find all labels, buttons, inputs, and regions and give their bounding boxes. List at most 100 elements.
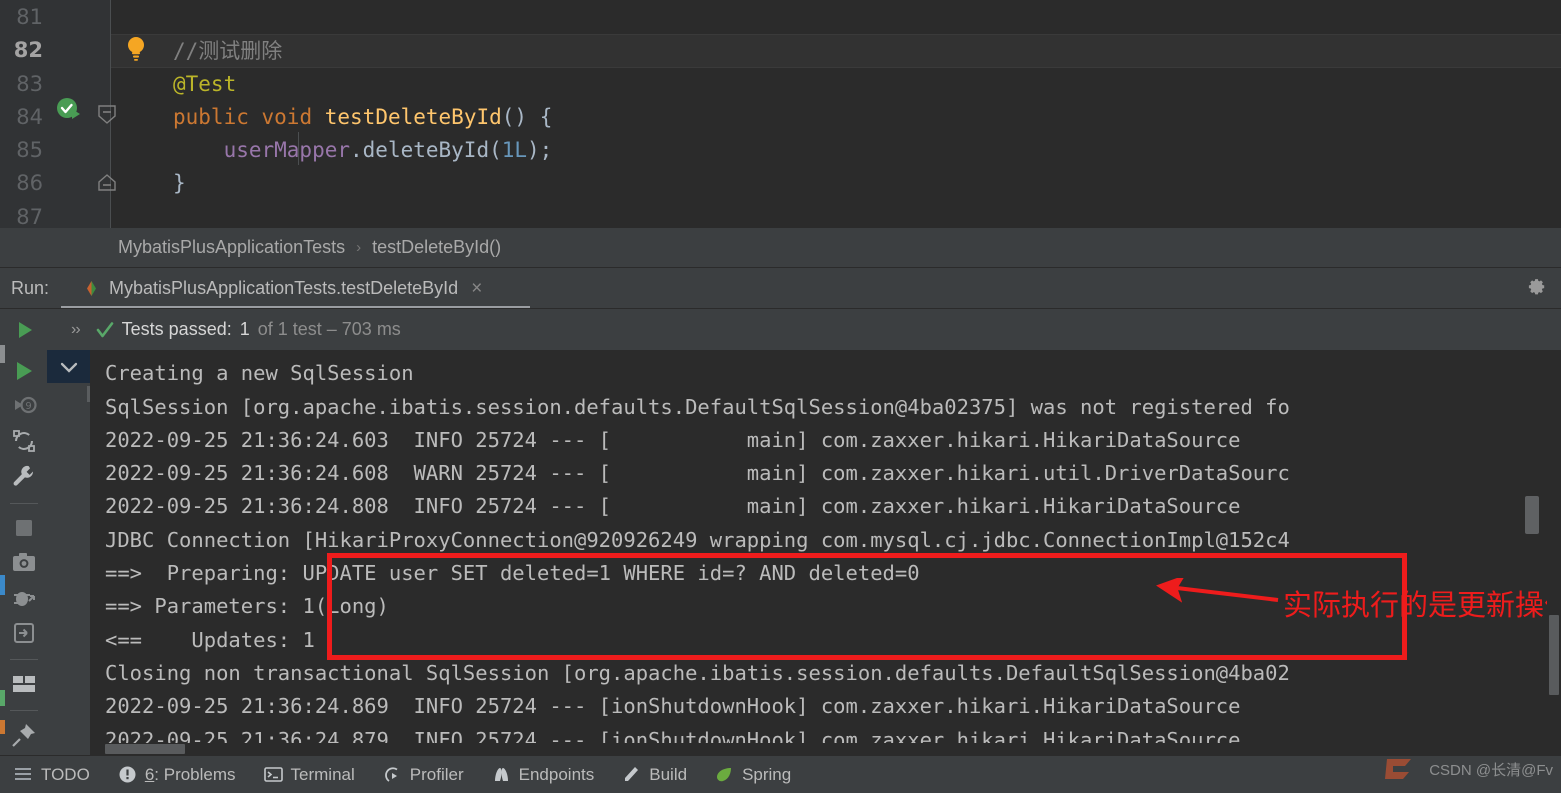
ide-window: 81 82 83 84 85 86 87 //测试删除 @Test public…	[0, 0, 1561, 793]
run-status-play-icon[interactable]	[13, 318, 37, 342]
test-config-icon	[83, 280, 100, 297]
code-annotation: @Test	[173, 71, 237, 96]
bottom-bar-item-build[interactable]: Build	[608, 756, 701, 793]
code-comment: //测试删除	[173, 39, 283, 64]
bottom-bar-item-spring[interactable]: Spring	[701, 756, 805, 793]
run-test-gutter-icon[interactable]	[54, 95, 84, 125]
console-line: SqlSession [org.apache.ibatis.session.de…	[105, 394, 1290, 419]
profiler-icon	[383, 765, 402, 784]
console-line: Closing non transactional SqlSession [or…	[105, 660, 1290, 685]
closing-brace: }	[173, 171, 186, 196]
settings-gear-icon[interactable]	[1525, 278, 1547, 300]
line-number: 86	[16, 171, 43, 196]
export-test-results-button[interactable]	[8, 548, 40, 578]
bottom-bar-item-profiler[interactable]: Profiler	[369, 756, 478, 793]
expand-results-chevron-icon[interactable]: ››	[71, 321, 81, 339]
problems-icon	[118, 765, 137, 784]
run-window-label: Run:	[11, 278, 50, 298]
console-line: 2022-09-25 21:36:24.608 WARN 25724 --- […	[105, 461, 1290, 486]
console-line: Creating a new SqlSession	[105, 361, 414, 386]
code-line: @Test	[111, 68, 1561, 101]
line-number: 83	[16, 71, 43, 96]
watermark-text: CSDN @长清@Fv	[1429, 761, 1553, 779]
method-name: testDeleteById	[324, 104, 502, 129]
tests-passed-check-icon	[96, 321, 114, 339]
breadcrumb-item-method[interactable]: testDeleteById()	[372, 237, 501, 258]
annotation-text: 实际执行的是更新操作	[1283, 588, 1561, 622]
toolbar-divider	[9, 710, 38, 711]
bottom-bar-item-problems[interactable]: 6 : Problems	[104, 756, 250, 793]
bottom-bar-item-todo[interactable]: TODO	[0, 756, 104, 793]
bottom-bar-label: : Problems	[154, 764, 236, 784]
csdn-watermark: CSDN @长清@Fv	[1379, 751, 1553, 787]
bottom-bar-label: TODO	[41, 764, 90, 784]
console-line: 2022-09-25 21:36:24.808 INFO 25724 --- […	[105, 494, 1241, 519]
configure-button[interactable]	[8, 461, 40, 491]
numeric-literal: 1L	[501, 138, 528, 163]
breadcrumb[interactable]: MybatisPlusApplicationTests › testDelete…	[0, 228, 1561, 268]
debug-button[interactable]	[8, 583, 40, 613]
field-name: userMapper	[223, 138, 351, 163]
bottom-bar-label: Endpoints	[518, 764, 595, 784]
console-horizontal-scrollbar[interactable]	[90, 743, 1561, 755]
stop-button[interactable]	[8, 512, 40, 542]
scrollbar-thumb[interactable]	[105, 744, 185, 754]
svg-text:9: 9	[25, 401, 31, 412]
pin-tab-button[interactable]	[8, 720, 40, 750]
bottom-bar-label: Profiler	[409, 764, 464, 784]
run-tool-window-header: Run: MybatisPlusApplicationTests.testDel…	[0, 268, 1561, 309]
line-number: 84	[16, 104, 43, 129]
toolbar-divider	[9, 659, 38, 660]
bottom-bar-label: Terminal	[290, 764, 355, 784]
terminal-icon	[263, 765, 283, 784]
console-vertical-scrollbar[interactable]	[1547, 350, 1561, 755]
keyword-void: void	[261, 104, 313, 129]
endpoints-icon	[492, 765, 511, 784]
fold-end-icon[interactable]	[96, 172, 118, 194]
console-output[interactable]: [ main] com.zaxxer.hikari.HikariDataSour…	[90, 350, 1561, 755]
intention-bulb-icon[interactable]	[125, 36, 147, 61]
problems-count: 6	[144, 764, 155, 784]
build-hammer-icon	[622, 765, 641, 784]
layout-button[interactable]	[8, 669, 40, 699]
code-line: userMapper.deleteById(1L);	[111, 134, 1561, 167]
scrollbar-thumb[interactable]	[1549, 615, 1559, 695]
collapse-chevron-icon[interactable]	[47, 350, 90, 383]
bottom-bar-label: Build	[649, 764, 688, 784]
test-status-line: ›› Tests passed: 1 of 1 test – 703 ms	[0, 309, 1561, 350]
bottom-bar-item-terminal[interactable]: Terminal	[250, 756, 369, 793]
line-number: 82	[13, 38, 43, 63]
editor-gutter[interactable]: 81 82 83 84 85 86 87	[0, 0, 52, 229]
tests-passed-label: Tests passed:	[121, 319, 232, 339]
toggle-auto-test-button[interactable]	[8, 426, 40, 456]
todo-list-icon	[14, 765, 33, 784]
method-invocation: .deleteById(	[350, 138, 502, 163]
tests-passed-count: 1	[239, 319, 250, 339]
line-number: 81	[16, 5, 43, 29]
bottom-bar-item-endpoints[interactable]: Endpoints	[478, 756, 609, 793]
breadcrumb-item-class[interactable]: MybatisPlusApplicationTests	[118, 237, 345, 258]
run-configuration-tab[interactable]: MybatisPlusApplicationTests.testDeleteBy…	[77, 268, 488, 309]
code-line: public void testDeleteById() {	[111, 101, 1561, 134]
indent-guide	[298, 132, 299, 165]
console-minimap-thumb[interactable]	[1525, 496, 1539, 534]
import-test-results-button[interactable]	[8, 618, 40, 648]
code-line: }	[111, 167, 1561, 200]
annotation-arrow-icon	[1150, 574, 1280, 617]
keyword-public: public	[173, 104, 249, 129]
tests-passed-detail: of 1 test – 703 ms	[257, 319, 401, 339]
tool-window-bar: TODO 6 : Problems Terminal Profiler Endp…	[0, 755, 1561, 793]
rerun-button[interactable]	[8, 356, 40, 386]
bottom-bar-label: Spring	[742, 764, 792, 784]
console-line: 2022-09-25 21:36:24.603 INFO 25724 --- […	[105, 427, 1241, 452]
toolbar-divider	[9, 502, 38, 504]
code-text-area[interactable]: //测试删除 @Test public void testDeleteById(…	[111, 0, 1561, 228]
close-tab-icon[interactable]: ×	[471, 279, 482, 298]
call-tail: );	[527, 138, 553, 163]
code-editor[interactable]: 81 82 83 84 85 86 87 //测试删除 @Test public…	[0, 0, 1561, 229]
console-line: [ main] com.zaxxer.hikari.HikariDataSour…	[90, 350, 1561, 357]
rerun-failed-tests-button[interactable]: 9	[8, 391, 40, 421]
console-line: 2022-09-25 21:36:24.869 INFO 25724 --- […	[105, 694, 1241, 719]
fold-collapse-icon[interactable]	[96, 104, 118, 126]
